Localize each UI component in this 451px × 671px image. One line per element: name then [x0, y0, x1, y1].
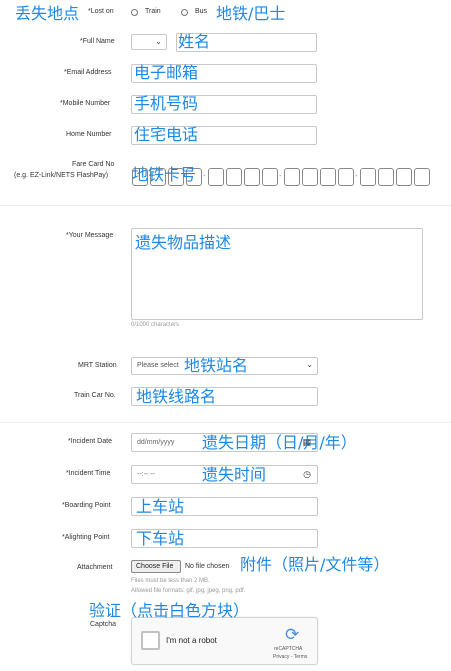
annotation-captcha: 验证（点击白色方块）	[89, 601, 250, 620]
card-dash: -	[203, 171, 206, 180]
mrt-placeholder: Please select	[137, 362, 179, 369]
not-robot-label: I'm not a robot	[166, 636, 217, 645]
chevron-down-icon: ⌄	[155, 37, 162, 46]
card-segment-16[interactable]	[414, 168, 430, 186]
choose-file-label: Choose File	[136, 563, 174, 570]
annotation-date: 遗失日期（日/月/年）	[202, 433, 357, 452]
incident-time-label: *Incident Time	[66, 470, 111, 477]
captcha-label: Captcha	[90, 621, 117, 628]
attachment-label: Attachment	[77, 564, 113, 571]
card-dash: -	[279, 171, 282, 180]
annotation-lost-place: 丢失地点	[15, 4, 80, 23]
choose-file-button[interactable]: Choose File	[131, 560, 181, 573]
mrt-station-label: MRT Station	[78, 362, 117, 369]
full-name-label: *Full Name	[80, 38, 115, 45]
card-segment-10[interactable]	[302, 168, 318, 186]
bus-option-label: Bus	[195, 8, 208, 15]
annotation-boarding: 上车站	[136, 497, 185, 516]
no-file-text: No file chosen	[185, 563, 230, 570]
annotation-email: 电子邮箱	[134, 63, 199, 82]
salutation-select[interactable]: ⌄	[131, 34, 167, 50]
annotation-transport: 地铁/巴士	[216, 4, 286, 23]
card-segment-9[interactable]	[284, 168, 300, 186]
card-segment-11[interactable]	[320, 168, 336, 186]
annotation-station: 地铁站名	[184, 356, 249, 375]
train-option-label: Train	[145, 8, 161, 15]
fare-card-example: (e.g. EZ-Link/NETS FlashPay)	[14, 172, 109, 179]
mobile-label: *Mobile Number	[60, 100, 111, 107]
recaptcha-brand: reCAPTCHA	[274, 646, 303, 652]
chevron-down-icon: ⌄	[306, 360, 313, 369]
card-segment-7[interactable]	[244, 168, 260, 186]
file-format-note: Allowed file formats: gif, jpg, jpeg, pn…	[131, 588, 246, 594]
annotation-time: 遗失时间	[202, 465, 267, 484]
recaptcha-logo-icon: ⟳	[285, 625, 300, 644]
bus-radio[interactable]	[181, 9, 188, 16]
annotation-name: 姓名	[178, 32, 211, 51]
card-segment-5[interactable]	[208, 168, 224, 186]
card-segment-6[interactable]	[226, 168, 242, 186]
message-label: *Your Message	[66, 232, 114, 239]
annotation-home: 住宅电话	[134, 125, 199, 144]
file-size-note: Files must be less than 2 MB.	[131, 578, 210, 584]
lost-on-label: *Lost on	[88, 8, 114, 15]
fare-card-label: Fare Card No	[72, 161, 115, 168]
train-car-label: Train Car No.	[74, 392, 116, 399]
date-placeholder: dd/mm/yyyy	[137, 439, 175, 446]
card-segment-14[interactable]	[378, 168, 394, 186]
annotation-message: 遗失物品描述	[135, 233, 232, 252]
card-dash: -	[355, 171, 358, 180]
annotation-attachment: 附件（照片/文件等）	[240, 555, 390, 574]
card-segment-13[interactable]	[360, 168, 376, 186]
home-number-label: Home Number	[66, 131, 112, 138]
email-label: *Email Address	[64, 69, 112, 76]
recaptcha-widget: I'm not a robot ⟳ reCAPTCHA Privacy - Te…	[131, 617, 318, 665]
annotation-train-car: 地铁线路名	[136, 387, 217, 406]
time-placeholder: --:-- --	[137, 471, 155, 478]
annotation-mobile: 手机号码	[134, 94, 199, 113]
alighting-point-label: *Alighting Point	[62, 534, 110, 541]
card-segment-12[interactable]	[338, 168, 354, 186]
annotation-alighting: 下车站	[136, 529, 185, 548]
annotation-card: 地铁卡号	[132, 165, 197, 184]
section-divider	[0, 422, 451, 423]
boarding-point-label: *Boarding Point	[62, 502, 111, 509]
clock-icon[interactable]: ◷	[303, 469, 311, 480]
section-divider	[0, 205, 451, 206]
privacy-terms-link[interactable]: Privacy - Terms	[273, 654, 307, 660]
incident-date-label: *Incident Date	[68, 438, 112, 445]
train-radio[interactable]	[131, 9, 138, 16]
card-segment-15[interactable]	[396, 168, 412, 186]
not-robot-checkbox[interactable]	[141, 631, 160, 650]
card-segment-8[interactable]	[262, 168, 278, 186]
char-counter: 0/1000 characters	[131, 322, 180, 328]
